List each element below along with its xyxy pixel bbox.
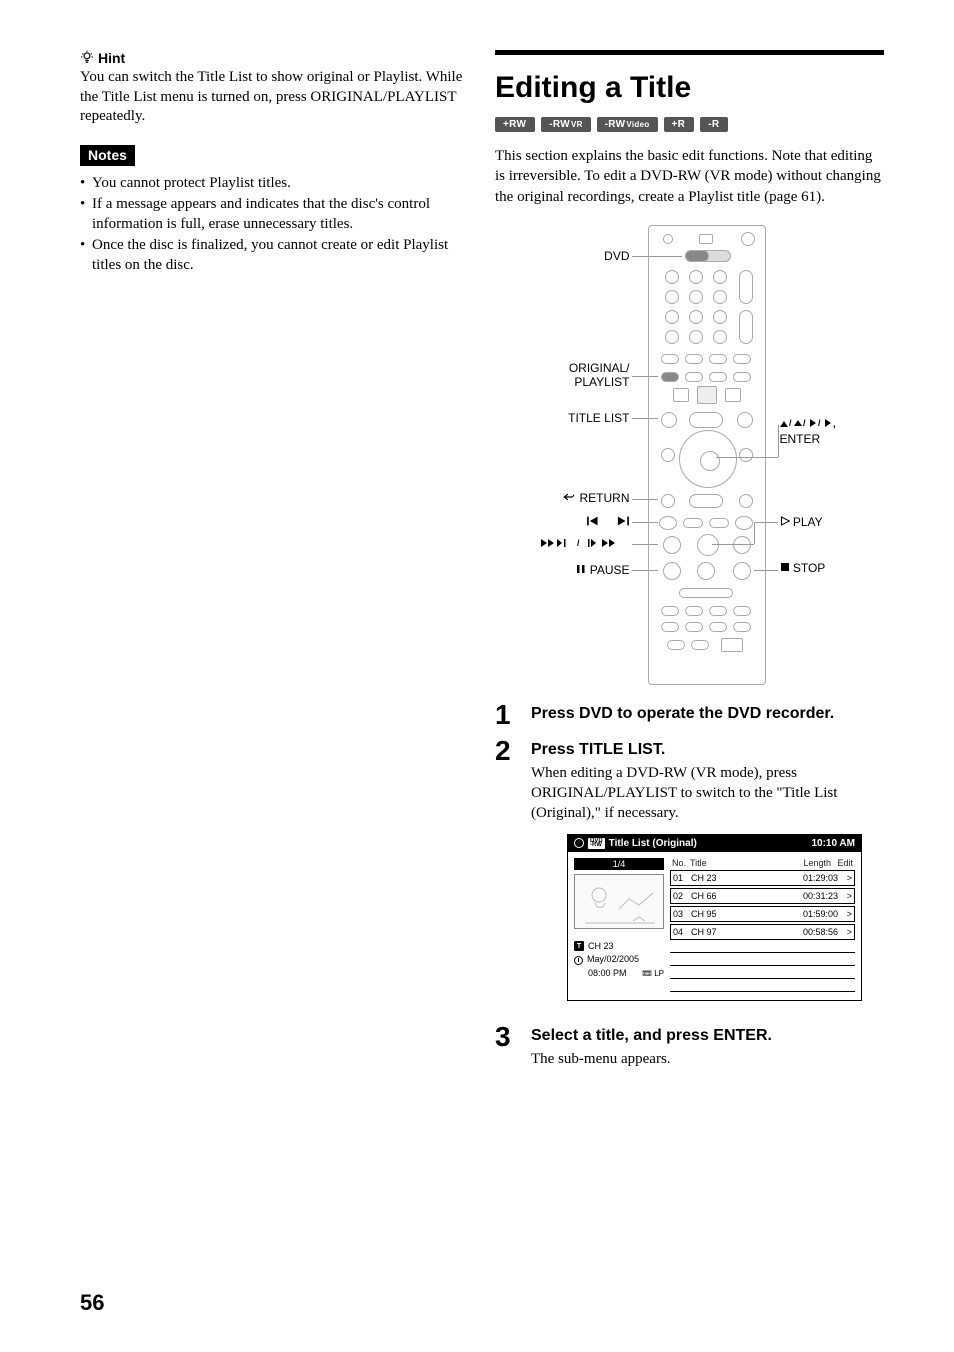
svg-text:/: / [577, 538, 580, 548]
hint-body: You can switch the Title List to show or… [80, 68, 465, 127]
notes-list: You cannot protect Playlist titles. If a… [80, 174, 465, 276]
notes-item: If a message appears and indicates that … [80, 195, 465, 234]
hint-label: Hint [98, 50, 125, 66]
remote-label-original-playlist: ORIGINAL/ PLAYLIST [500, 361, 630, 389]
title-list-columns: No. Title Length Edit [670, 858, 855, 870]
page-number: 56 [80, 1290, 104, 1316]
record-icon [574, 838, 584, 848]
clock-icon [574, 956, 583, 965]
step-heading: Press TITLE LIST. [531, 741, 884, 759]
disc-chip: +RW [495, 117, 535, 132]
disc-chip: -R [700, 117, 728, 132]
page-title: Editing a Title [495, 65, 884, 105]
table-row[interactable]: 04 CH 97 00:58:56 > [670, 924, 855, 940]
step-3: 3 Select a title, and press ENTER. The s… [495, 1023, 884, 1069]
title-rule [495, 50, 884, 55]
title-list-clock: 10:10 AM [811, 838, 855, 849]
table-row[interactable]: 01 CH 23 01:29:03 > [670, 870, 855, 886]
title-list-count: 1/4 [574, 858, 664, 870]
hint-heading: Hint [80, 50, 465, 66]
remote-label-play: PLAY [780, 515, 890, 529]
table-row-empty [670, 942, 855, 953]
disc-chip: -RWVideo [597, 117, 658, 132]
remote-label-arrows-enter: / / / , ENTER [780, 417, 890, 446]
notes-item: Once the disc is finalized, you cannot c… [80, 236, 465, 275]
disc-type-chips: +RW -RWVR -RWVideo +R -R [495, 117, 884, 132]
step-heading: Select a title, and press ENTER. [531, 1027, 884, 1045]
remote-label-prev-next [500, 515, 630, 530]
step-number: 1 [495, 701, 521, 729]
step-text: The sub-menu appears. [531, 1049, 884, 1069]
intro-text: This section explains the basic edit fun… [495, 146, 884, 207]
step-number: 2 [495, 737, 521, 1015]
remote-outline [648, 225, 766, 685]
step-text: When editing a DVD-RW (VR mode), press O… [531, 763, 884, 824]
disc-chip: +R [664, 117, 695, 132]
table-row[interactable]: 02 CH 66 00:31:23 > [670, 888, 855, 904]
svg-text:,: , [833, 419, 836, 429]
title-list-meta: TCH 23 May/02/2005 08:00 PM 📼 LP [574, 941, 664, 980]
step-2: 2 Press TITLE LIST. When editing a DVD-R… [495, 737, 884, 1015]
table-row[interactable]: 03 CH 95 01:59:00 > [670, 906, 855, 922]
step-heading: Press DVD to operate the DVD recorder. [531, 705, 884, 723]
title-list-thumbnail [574, 874, 664, 929]
notes-badge: Notes [80, 145, 135, 166]
title-list-header-title: Title List (Original) [609, 838, 697, 849]
remote-label-dvd: DVD [500, 249, 630, 263]
svg-text:/: / [803, 418, 806, 428]
svg-text:/: / [789, 418, 792, 428]
table-row-empty [670, 955, 855, 966]
step-number: 3 [495, 1023, 521, 1069]
step-1: 1 Press DVD to operate the DVD recorder. [495, 701, 884, 729]
table-row-empty [670, 981, 855, 992]
disc-badge-icon: DVD -RW [588, 838, 605, 849]
title-list-screenshot: DVD -RW Title List (Original) 10:10 AM 1… [567, 834, 862, 1001]
return-arrow-icon [562, 491, 579, 505]
remote-label-return: RETURN [500, 491, 630, 505]
remote-label-scan-slow: / [500, 537, 630, 552]
disc-chip: -RWVR [541, 117, 590, 132]
remote-label-pause: PAUSE [500, 563, 630, 577]
svg-text:/: / [818, 418, 821, 428]
remote-label-stop: STOP [780, 561, 890, 575]
remote-diagram: DVD ORIGINAL/ PLAYLIST TITLE LIST RETURN [500, 225, 880, 685]
remote-label-title-list: TITLE LIST [500, 411, 630, 425]
lightbulb-icon [80, 50, 94, 66]
title-icon: T [574, 941, 584, 951]
table-row-empty [670, 968, 855, 979]
rec-mode-icon: 📼 LP [642, 969, 664, 979]
notes-item: You cannot protect Playlist titles. [80, 174, 465, 194]
